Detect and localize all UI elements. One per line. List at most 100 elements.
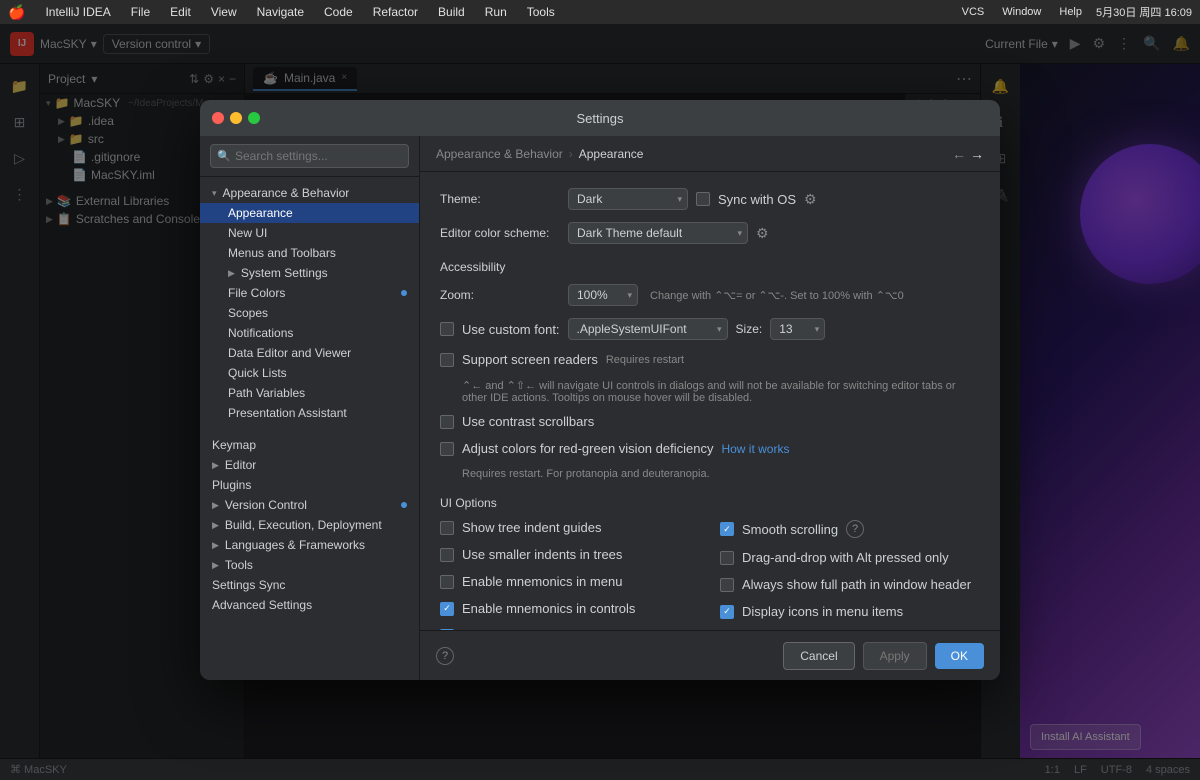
full-path-checkbox[interactable]: Always show full path in window header — [720, 577, 971, 592]
display-icons-checkbox-input[interactable] — [720, 605, 734, 619]
smaller-indents-checkbox-input[interactable] — [440, 548, 454, 562]
font-size-select[interactable]: 13 — [770, 318, 825, 340]
contrast-scrollbars-checkbox[interactable]: Use contrast scrollbars — [440, 414, 594, 429]
mnemonics-controls-checkbox-input[interactable] — [440, 602, 454, 616]
show-tree-indent-checkbox-input[interactable] — [440, 521, 454, 535]
apple-menu[interactable]: 🍎 — [8, 4, 25, 21]
zoom-select[interactable]: 100% — [568, 284, 638, 306]
nav-item-presentation-assistant[interactable]: Presentation Assistant — [200, 403, 419, 423]
editor-color-select[interactable]: Dark Theme default — [568, 222, 748, 244]
menu-code[interactable]: Code — [320, 3, 357, 21]
smaller-indents-row: Use smaller indents in trees — [440, 547, 700, 562]
window-minimize-button[interactable] — [230, 112, 242, 124]
settings-nav: ▾ Appearance & Behavior Appearance New U… — [200, 177, 419, 680]
nav-item-languages-frameworks[interactable]: ▶ Languages & Frameworks — [200, 535, 419, 555]
adjust-colors-checkbox[interactable]: Adjust colors for red-green vision defic… — [440, 441, 713, 456]
nav-item-tools[interactable]: ▶ Tools — [200, 555, 419, 575]
mnemonics-menu-checkbox-input[interactable] — [440, 575, 454, 589]
screen-readers-checkbox-input[interactable] — [440, 353, 454, 367]
smooth-scrolling-checkbox-input[interactable] — [720, 522, 734, 536]
nav-item-editor[interactable]: ▶ Editor — [200, 455, 419, 475]
nav-item-system-settings[interactable]: ▶ System Settings — [200, 263, 419, 283]
how-it-works-link[interactable]: How it works — [721, 442, 789, 456]
sync-os-gear-icon[interactable]: ⚙ — [804, 191, 817, 208]
screen-readers-label: Support screen readers — [462, 352, 598, 367]
drag-drop-checkbox-input[interactable] — [720, 551, 734, 565]
requires-restart-label: Requires restart — [606, 354, 684, 366]
adjust-colors-row: Adjust colors for red-green vision defic… — [440, 441, 980, 456]
mnemonics-controls-checkbox[interactable]: Enable mnemonics in controls — [440, 601, 635, 616]
editor-color-gear-icon[interactable]: ⚙ — [756, 225, 769, 242]
font-size-label: Size: — [736, 322, 763, 336]
cancel-button[interactable]: Cancel — [783, 642, 854, 670]
nav-item-data-editor[interactable]: Data Editor and Viewer — [200, 343, 419, 363]
window-maximize-button[interactable] — [248, 112, 260, 124]
nav-item-scopes[interactable]: Scopes — [200, 303, 419, 323]
nav-label: Tools — [225, 558, 407, 572]
font-select-wrapper: .AppleSystemUIFont ▾ — [568, 318, 728, 340]
smooth-scrolling-checkbox[interactable]: Smooth scrolling — [720, 522, 838, 537]
adjust-colors-checkbox-input[interactable] — [440, 442, 454, 456]
custom-font-checkbox[interactable]: Use custom font: — [440, 322, 560, 337]
nav-item-file-colors[interactable]: File Colors — [200, 283, 419, 303]
menu-build[interactable]: Build — [434, 3, 469, 21]
contrast-scrollbars-checkbox-input[interactable] — [440, 415, 454, 429]
zoom-select-wrapper: 100% ▾ — [568, 284, 638, 306]
help-button[interactable]: ? — [436, 647, 454, 665]
nav-label: Presentation Assistant — [228, 406, 407, 420]
nav-item-advanced-settings[interactable]: Advanced Settings — [200, 595, 419, 615]
forward-arrow-icon[interactable]: → — [970, 146, 984, 162]
full-path-row: Always show full path in window header — [720, 577, 980, 592]
menu-intellij[interactable]: IntelliJ IDEA — [41, 3, 114, 21]
nav-item-quick-lists[interactable]: Quick Lists — [200, 363, 419, 383]
nav-item-notifications[interactable]: Notifications — [200, 323, 419, 343]
menu-edit[interactable]: Edit — [166, 3, 195, 21]
mnemonics-menu-checkbox[interactable]: Enable mnemonics in menu — [440, 574, 622, 589]
breadcrumb-separator-icon: › — [569, 147, 573, 161]
apply-button[interactable]: Apply — [863, 642, 927, 670]
breadcrumb-nav-arrows: ← → — [952, 146, 984, 162]
nav-item-menus-toolbars[interactable]: Menus and Toolbars — [200, 243, 419, 263]
custom-font-checkbox-input[interactable] — [440, 322, 454, 336]
smooth-scrolling-help-icon[interactable]: ? — [846, 520, 864, 538]
sync-os-checkbox-input[interactable] — [696, 192, 710, 206]
screen-readers-checkbox[interactable]: Support screen readers — [440, 352, 598, 367]
show-tree-indent-checkbox[interactable]: Show tree indent guides — [440, 520, 601, 535]
back-arrow-icon[interactable]: ← — [952, 146, 966, 162]
menu-vcs[interactable]: VCS — [958, 4, 989, 20]
nav-item-keymap[interactable]: Keymap — [200, 435, 419, 455]
font-select[interactable]: .AppleSystemUIFont — [568, 318, 728, 340]
nav-item-settings-sync[interactable]: Settings Sync — [200, 575, 419, 595]
settings-title-bar: Settings — [200, 100, 1000, 136]
smooth-scrolling-label: Smooth scrolling — [742, 522, 838, 537]
nav-item-appearance[interactable]: Appearance — [200, 203, 419, 223]
menubar: 🍎 IntelliJ IDEA File Edit View Navigate … — [0, 0, 1200, 24]
drag-drop-checkbox[interactable]: Drag-and-drop with Alt pressed only — [720, 550, 949, 565]
nav-item-path-variables[interactable]: Path Variables — [200, 383, 419, 403]
breadcrumb-current: Appearance — [579, 147, 644, 161]
menu-refactor[interactable]: Refactor — [369, 3, 422, 21]
full-path-checkbox-input[interactable] — [720, 578, 734, 592]
contrast-scrollbars-row: Use contrast scrollbars — [440, 414, 980, 429]
nav-label: Scopes — [228, 306, 407, 320]
smaller-indents-checkbox[interactable]: Use smaller indents in trees — [440, 547, 622, 562]
menu-navigate[interactable]: Navigate — [253, 3, 308, 21]
menu-window[interactable]: Window — [998, 4, 1045, 20]
menu-view[interactable]: View — [207, 3, 241, 21]
nav-item-build-execution[interactable]: ▶ Build, Execution, Deployment — [200, 515, 419, 535]
nav-item-plugins[interactable]: Plugins — [200, 475, 419, 495]
ok-button[interactable]: OK — [935, 643, 984, 669]
menu-help[interactable]: Help — [1055, 4, 1086, 20]
sync-os-checkbox[interactable]: Sync with OS — [696, 192, 796, 207]
nav-item-new-ui[interactable]: New UI — [200, 223, 419, 243]
menu-run[interactable]: Run — [481, 3, 511, 21]
theme-select[interactable]: Dark Light High Contrast — [568, 188, 688, 210]
accessibility-title: Accessibility — [440, 260, 980, 274]
menu-tools[interactable]: Tools — [523, 3, 559, 21]
menu-file[interactable]: File — [127, 3, 154, 21]
nav-item-version-control[interactable]: ▶ Version Control — [200, 495, 419, 515]
window-close-button[interactable] — [212, 112, 224, 124]
display-icons-checkbox[interactable]: Display icons in menu items — [720, 604, 903, 619]
nav-item-appearance-behavior[interactable]: ▾ Appearance & Behavior — [200, 183, 419, 203]
settings-search-input[interactable] — [210, 144, 409, 168]
